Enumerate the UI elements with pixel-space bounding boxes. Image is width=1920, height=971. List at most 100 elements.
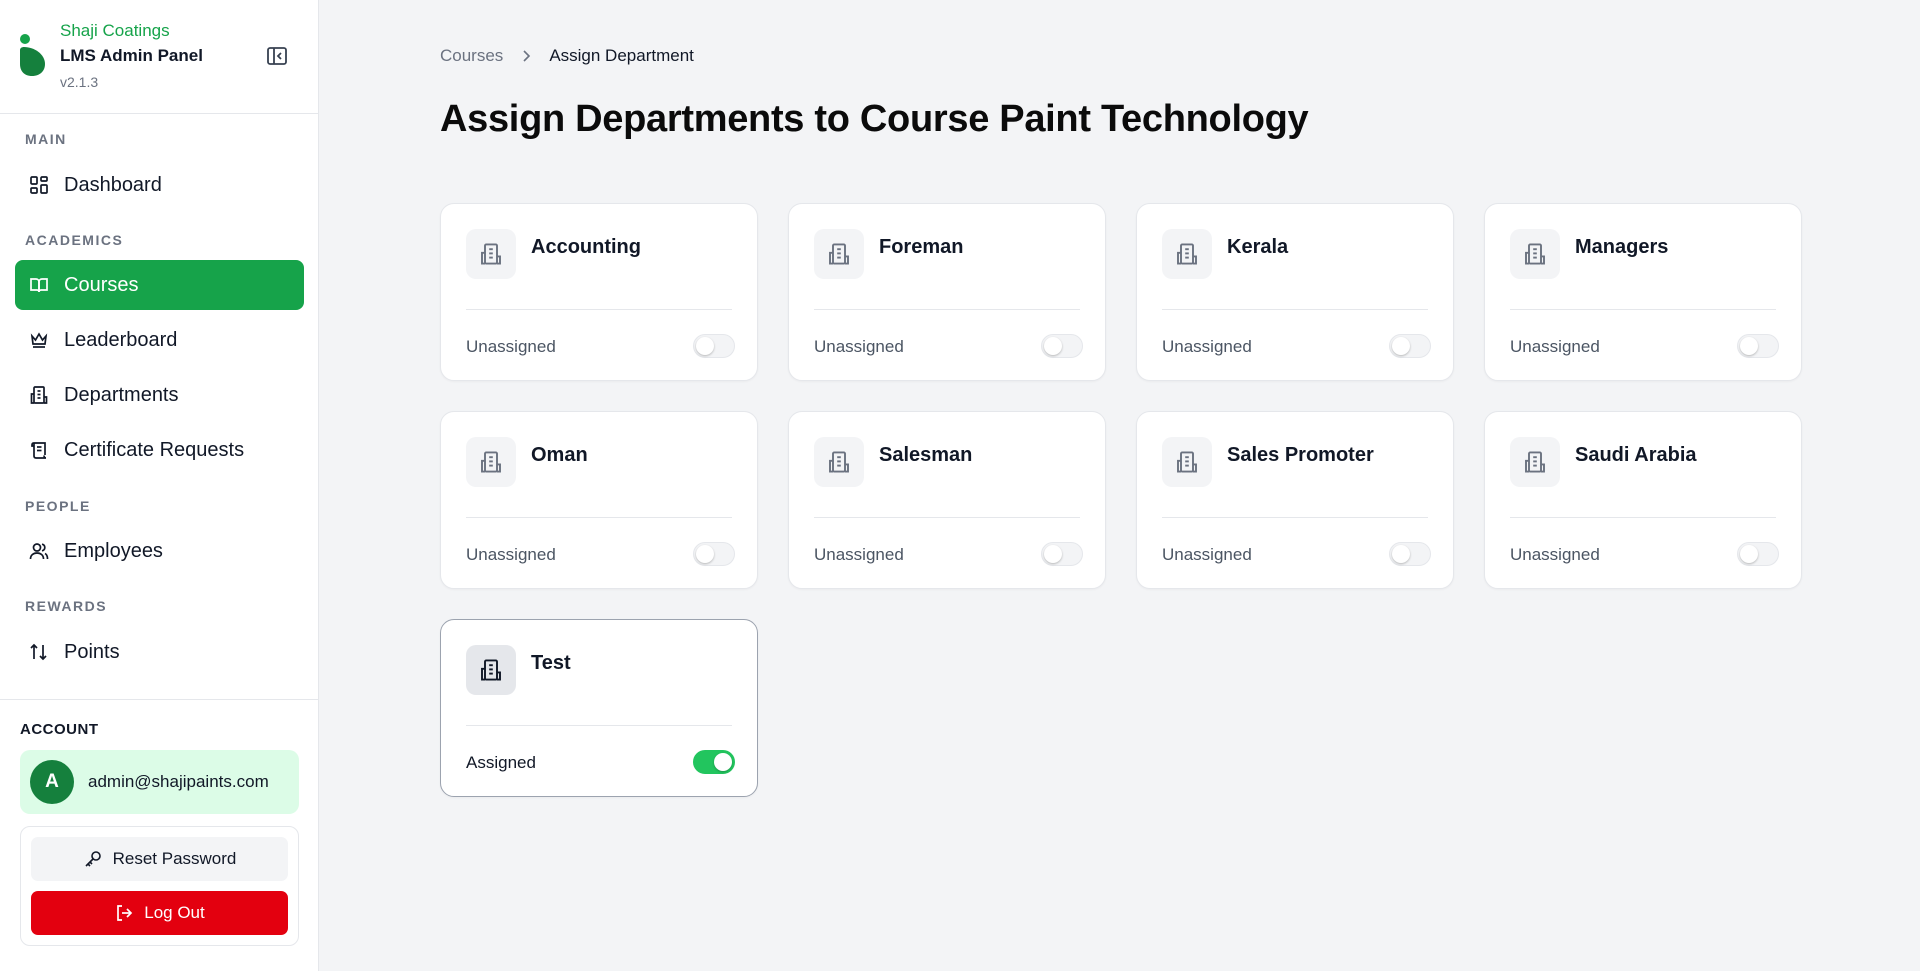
card-divider [466,309,732,310]
toggle-knob [714,753,732,771]
department-name: Accounting [531,236,641,258]
department-card: Saudi Arabia Unassigned [1484,411,1802,589]
department-icon-box [814,437,864,487]
building-icon [1525,451,1545,473]
assignment-status: Unassigned [1162,337,1252,356]
reset-password-button[interactable]: Reset Password [31,837,288,881]
department-name: Sales Promoter [1227,444,1374,466]
key-icon [85,851,101,867]
assignment-status: Unassigned [814,545,904,564]
sidebar-item-employees[interactable]: Employees [15,526,304,576]
card-divider [814,517,1080,518]
assign-toggle[interactable] [1389,542,1431,566]
department-icon-box [1162,437,1212,487]
department-name: Salesman [879,444,973,466]
sidebar-item-label: Leaderboard [64,328,178,351]
card-divider [466,725,732,726]
assignment-status: Unassigned [1162,545,1252,564]
sidebar-item-label: Departments [64,383,179,406]
scroll-icon [31,442,47,459]
sidebar-item-courses[interactable]: Courses [15,260,304,310]
account-divider [0,699,319,700]
section-label-academics: ACADEMICS [25,232,124,248]
user-email: admin@shajipaints.com [88,772,269,791]
toggle-knob [1044,545,1062,563]
breadcrumb: Courses Assign Department [440,46,694,66]
breadcrumb-current: Assign Department [549,46,694,65]
section-label-people: PEOPLE [25,498,91,514]
department-icon-box [466,437,516,487]
building-icon [30,386,48,404]
assign-toggle[interactable] [1041,334,1083,358]
user-card: A admin@shajipaints.com [20,750,299,814]
assign-toggle[interactable] [1389,334,1431,358]
assignment-status: Unassigned [1510,545,1600,564]
account-actions: Reset Password Log Out [20,826,299,946]
logo-icon [20,34,45,76]
assign-toggle[interactable] [1041,542,1083,566]
building-icon [1525,243,1545,265]
department-icon-box [466,229,516,279]
department-icon-box [466,645,516,695]
building-icon [481,451,501,473]
department-name: Test [531,652,571,674]
card-divider [1510,309,1776,310]
book-open-icon [30,278,48,293]
breadcrumb-courses-link[interactable]: Courses [440,46,503,66]
users-icon [29,543,49,560]
assign-toggle[interactable] [1737,542,1779,566]
building-icon [1177,451,1197,473]
building-icon [829,243,849,265]
crown-icon [30,332,48,348]
assignment-status: Unassigned [466,545,556,564]
assign-toggle[interactable] [693,334,735,358]
logout-label: Log Out [144,903,205,922]
sidebar-item-dashboard[interactable]: Dashboard [15,160,304,210]
dashboard-icon [30,176,48,194]
sidebar-item-label: Points [64,640,120,663]
toggle-knob [1740,337,1758,355]
logout-button[interactable]: Log Out [31,891,288,935]
assign-toggle[interactable] [693,750,735,774]
toggle-knob [1392,337,1410,355]
building-icon [1177,243,1197,265]
sidebar-item-points[interactable]: Points [15,627,304,677]
sidebar-item-label: Certificate Requests [64,438,245,461]
department-icon-box [1510,437,1560,487]
building-icon [481,243,501,265]
card-divider [814,309,1080,310]
department-card: Kerala Unassigned [1136,203,1454,381]
assign-toggle[interactable] [693,542,735,566]
sidebar-item-leaderboard[interactable]: Leaderboard [15,315,304,365]
department-card: Oman Unassigned [440,411,758,589]
department-name: Oman [531,444,588,466]
toggle-knob [1044,337,1062,355]
assignment-status: Assigned [466,753,536,772]
card-divider [1162,309,1428,310]
account-label: ACCOUNT [20,721,99,738]
department-name: Kerala [1227,236,1289,258]
department-card: Test Assigned [440,619,758,797]
section-label-rewards: REWARDS [25,598,108,614]
department-icon-box [1162,229,1212,279]
department-card: Managers Unassigned [1484,203,1802,381]
sidebar-item-departments[interactable]: Departments [15,370,304,420]
toggle-knob [696,337,714,355]
assign-toggle[interactable] [1737,334,1779,358]
sidebar-item-certificate-requests[interactable]: Certificate Requests [15,425,304,475]
sidebar: Shaji Coatings LMS Admin Panel v2.1.3 MA… [0,0,319,971]
page-title: Assign Departments to Course Paint Techn… [440,98,1309,140]
toggle-knob [1740,545,1758,563]
sidebar-collapse-icon[interactable] [266,46,288,66]
toggle-knob [1392,545,1410,563]
assignment-status: Unassigned [1510,337,1600,356]
department-name: Managers [1575,236,1669,258]
assignment-status: Unassigned [466,337,556,356]
sort-arrows-icon [30,643,47,661]
sidebar-item-label: Dashboard [64,173,162,196]
app-title: LMS Admin Panel [60,46,203,65]
department-card: Accounting Unassigned [440,203,758,381]
section-label-main: MAIN [25,131,67,147]
department-icon-box [814,229,864,279]
avatar: A [30,760,74,804]
